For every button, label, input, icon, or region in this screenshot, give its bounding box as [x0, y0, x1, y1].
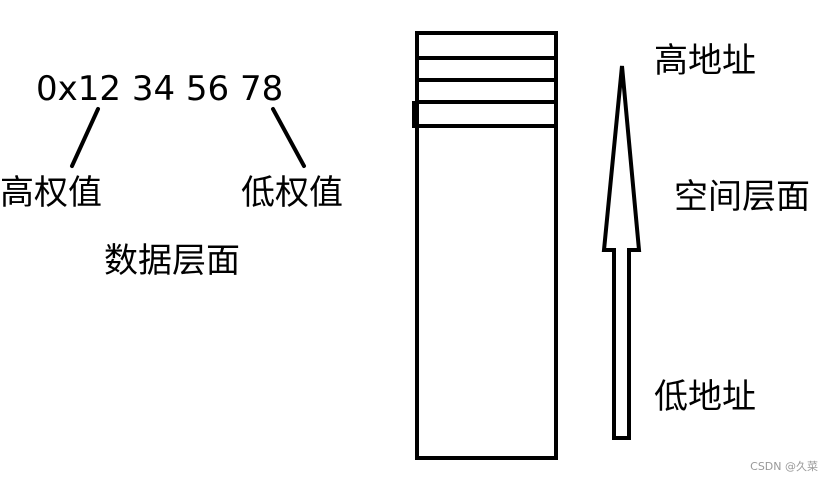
- endianness-diagram: 0x12 34 56 78 高权值 低权值 数据层面 高地址 空间层面 低地址 …: [0, 0, 832, 483]
- low-weight-pointer-line: [271, 107, 306, 168]
- high-weight-pointer-line: [70, 107, 100, 168]
- high-weight-label: 高权值: [0, 173, 102, 213]
- data-level-label: 数据层面: [104, 241, 240, 281]
- watermark: CSDN @久菜: [750, 460, 818, 473]
- space-level-label: 空间层面: [674, 177, 810, 217]
- high-address-label: 高地址: [654, 41, 756, 81]
- upward-address-arrow: [601, 65, 642, 440]
- low-address-label: 低地址: [654, 377, 756, 417]
- memory-column: [415, 31, 558, 460]
- low-weight-label: 低权值: [241, 173, 343, 213]
- hex-value: 0x12 34 56 78: [36, 69, 284, 109]
